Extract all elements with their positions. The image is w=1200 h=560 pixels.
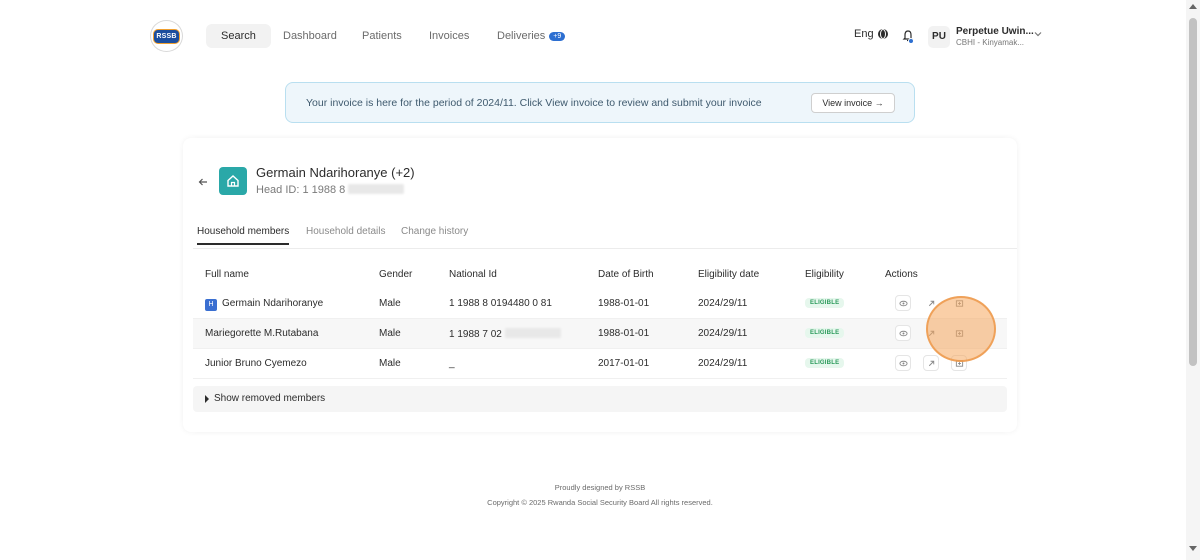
- nav-deliveries[interactable]: Deliveries +9: [497, 24, 566, 48]
- member-dob: 2017-01-01: [598, 358, 650, 369]
- member-national-id: _: [449, 358, 455, 369]
- nav-deliveries-label: Deliveries: [497, 30, 546, 42]
- notification-dot: [908, 38, 914, 44]
- tab-bar: Household members Household details Chan…: [193, 218, 1017, 249]
- redacted-id: [348, 184, 405, 194]
- member-eligibility-date: 2024/29/11: [698, 328, 748, 339]
- member-name: Germain Ndarihoranye: [222, 298, 324, 309]
- tab-household-details[interactable]: Household details: [306, 226, 386, 237]
- member-dob: 1988-01-01: [598, 298, 650, 309]
- back-arrow-icon[interactable]: [197, 176, 209, 188]
- scroll-down-icon[interactable]: [1189, 546, 1197, 551]
- nav-patients[interactable]: Patients: [362, 24, 402, 48]
- nav-dashboard[interactable]: Dashboard: [283, 24, 337, 48]
- member-eligibility-date: 2024/29/11: [698, 298, 748, 309]
- table-row[interactable]: H Germain Ndarihoranye Male 1 1988 8 0194…: [193, 289, 1007, 319]
- member-national-id-text: 1 1988 7 02: [449, 329, 502, 340]
- user-facility: CBHI - Kinyamak...: [956, 38, 1025, 47]
- tab-household-members[interactable]: Household members: [197, 226, 290, 245]
- col-eligibility-date: Eligibility date: [698, 269, 760, 280]
- nav-search[interactable]: Search: [206, 24, 271, 48]
- deliveries-count-badge: +9: [549, 32, 566, 41]
- status-badge: ELIGIBLE: [805, 358, 845, 368]
- logo-text: RSSB: [153, 28, 180, 44]
- avatar[interactable]: PU: [928, 26, 950, 48]
- house-icon: [219, 167, 247, 195]
- col-national-id: National Id: [449, 269, 497, 280]
- col-gender: Gender: [379, 269, 413, 280]
- banner-text: Your invoice is here for the period of 2…: [306, 97, 762, 109]
- footer-designed-by: Proudly designed by RSSB: [554, 483, 646, 492]
- nav-invoices[interactable]: Invoices: [429, 24, 469, 48]
- caret-right-icon: [205, 395, 209, 403]
- member-national-id: 1 1988 7 02: [449, 328, 561, 340]
- show-removed-members-toggle[interactable]: Show removed members: [193, 386, 1007, 412]
- scroll-up-icon[interactable]: [1189, 4, 1197, 9]
- language-selector[interactable]: Eng: [854, 28, 888, 40]
- member-name: Junior Bruno Cyemezo: [205, 358, 307, 369]
- language-label: Eng: [854, 28, 874, 40]
- member-national-id: 1 1988 8 0194480 0 81: [449, 298, 552, 309]
- household-card: Germain Ndarihoranye (+2) Head ID: 1 198…: [183, 138, 1017, 432]
- table-row[interactable]: Junior Bruno Cyemezo Male _ 2017-01-01 2…: [193, 349, 1007, 379]
- scroll-thumb[interactable]: [1189, 18, 1197, 366]
- view-icon[interactable]: [895, 355, 911, 371]
- redacted-id: [504, 328, 561, 338]
- click-highlight: [926, 296, 996, 362]
- col-actions: Actions: [885, 269, 918, 280]
- member-gender: Male: [379, 298, 401, 309]
- col-full-name: Full name: [205, 269, 249, 280]
- show-removed-members-label: Show removed members: [214, 393, 326, 404]
- member-name: Mariegorette M.Rutabana: [205, 328, 319, 339]
- view-icon[interactable]: [895, 295, 911, 311]
- member-name-cell: H Germain Ndarihoranye: [205, 298, 323, 311]
- member-eligibility-date: 2024/29/11: [698, 358, 748, 369]
- member-dob: 1988-01-01: [598, 328, 650, 339]
- view-invoice-button[interactable]: View invoice →: [811, 93, 895, 113]
- status-badge: ELIGIBLE: [805, 328, 845, 338]
- top-nav: RSSB Search Dashboard Patients Invoices …: [0, 0, 1186, 72]
- head-badge: H: [205, 299, 217, 311]
- head-id-text: Head ID: 1 1988 8: [256, 184, 346, 196]
- invoice-banner: Your invoice is here for the period of 2…: [285, 82, 915, 123]
- member-gender: Male: [379, 358, 401, 369]
- transfer-icon[interactable]: [923, 355, 939, 371]
- col-dob: Date of Birth: [598, 269, 654, 280]
- view-icon[interactable]: [895, 325, 911, 341]
- footer-copyright: Copyright © 2025 Rwanda Social Security …: [487, 498, 713, 507]
- rssb-logo[interactable]: RSSB: [150, 20, 183, 52]
- status-badge: ELIGIBLE: [805, 298, 845, 308]
- household-title: Germain Ndarihoranye (+2): [256, 165, 415, 180]
- chevron-down-icon[interactable]: [1033, 29, 1043, 39]
- col-eligibility: Eligibility: [805, 269, 844, 280]
- table-row[interactable]: Mariegorette M.Rutabana Male 1 1988 7 02…: [193, 319, 1007, 349]
- member-gender: Male: [379, 328, 401, 339]
- tab-change-history[interactable]: Change history: [401, 226, 468, 237]
- user-name[interactable]: Perpetue Uwin...: [956, 26, 1034, 37]
- head-id: Head ID: 1 1988 8: [256, 184, 405, 196]
- table-header: Full name Gender National Id Date of Bir…: [193, 263, 1007, 287]
- globe-icon: [877, 29, 888, 39]
- scrollbar[interactable]: [1186, 0, 1200, 560]
